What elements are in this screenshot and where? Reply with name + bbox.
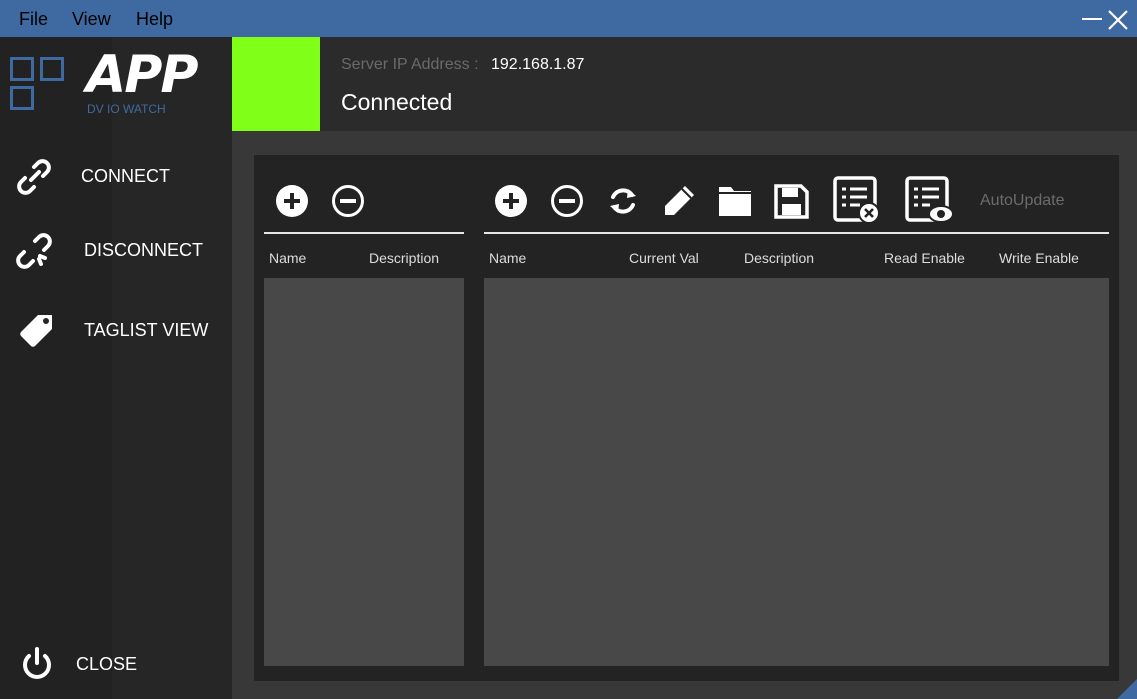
sidebar: APP DV IO WATCH CONNECT DISCONNECT TAGLI… [0, 37, 232, 699]
connection-status-indicator [232, 37, 320, 131]
menu-file[interactable]: File [19, 9, 48, 30]
add-icon [495, 185, 527, 217]
refresh-button[interactable] [600, 178, 646, 224]
remove-tag-button[interactable] [544, 178, 590, 224]
view-list-button[interactable] [903, 174, 955, 226]
main-area: AutoUpdate Name Description Name Current… [232, 131, 1137, 699]
column-header-name[interactable]: Name [269, 250, 306, 266]
column-header-current-val[interactable]: Current Val [629, 250, 699, 266]
grid-divider [484, 232, 1109, 234]
close-icon[interactable] [1106, 8, 1130, 32]
logo-text: APP [86, 45, 198, 105]
tag-list[interactable] [484, 278, 1109, 666]
sidebar-item-disconnect[interactable]: DISCONNECT [0, 226, 232, 276]
folder-icon [719, 187, 751, 216]
column-header-description[interactable]: Description [744, 250, 814, 266]
tag-icon [20, 315, 52, 347]
clear-list-button[interactable] [831, 174, 883, 226]
save-icon [774, 184, 809, 219]
status-header: Server IP Address : 192.168.1.87 Connect… [320, 37, 1137, 131]
open-folder-button[interactable] [712, 178, 758, 224]
sidebar-item-label: CLOSE [76, 654, 138, 674]
resize-grip-icon[interactable] [1117, 679, 1137, 699]
remove-group-button[interactable] [325, 178, 371, 224]
refresh-icon [610, 188, 636, 214]
connection-status-text: Connected [341, 89, 453, 115]
list-delete-icon [833, 176, 880, 224]
sidebar-item-taglist-view[interactable]: TAGLIST VIEW [0, 306, 232, 356]
column-header-name[interactable]: Name [489, 250, 526, 266]
add-icon [276, 185, 308, 217]
server-ip-value: 192.168.1.87 [491, 56, 585, 73]
sidebar-shade [0, 37, 112, 699]
content-panel: AutoUpdate Name Description Name Current… [254, 155, 1119, 681]
add-tag-button[interactable] [488, 178, 534, 224]
sidebar-item-close[interactable]: CLOSE [0, 640, 232, 690]
edit-icon [665, 186, 694, 215]
logo-subtitle: DV IO WATCH [87, 102, 166, 116]
power-icon [23, 647, 51, 679]
autoupdate-toggle[interactable]: AutoUpdate [980, 192, 1065, 210]
unlink-icon [16, 233, 52, 269]
remove-icon [551, 185, 583, 217]
remove-icon [332, 185, 364, 217]
sidebar-item-label: CONNECT [81, 166, 170, 186]
menu-view[interactable]: View [72, 9, 111, 30]
sidebar-item-label: DISCONNECT [84, 240, 204, 260]
column-header-read-enable[interactable]: Read Enable [884, 250, 965, 266]
save-button[interactable] [768, 178, 814, 224]
column-header-write-enable[interactable]: Write Enable [999, 250, 1079, 266]
list-view-icon [905, 176, 954, 223]
link-icon [17, 159, 51, 195]
server-ip-label: Server IP Address : [341, 56, 479, 73]
column-header-description[interactable]: Description [369, 250, 439, 266]
minimize-icon[interactable] [1082, 8, 1104, 30]
sidebar-item-connect[interactable]: CONNECT [0, 152, 232, 202]
group-list[interactable] [264, 278, 464, 666]
sidebar-item-label: TAGLIST VIEW [84, 320, 209, 340]
add-group-button[interactable] [269, 178, 315, 224]
grid-divider [264, 232, 464, 234]
menu-bar: File View Help [0, 0, 1137, 37]
menu-help[interactable]: Help [136, 9, 173, 30]
edit-button[interactable] [656, 178, 702, 224]
